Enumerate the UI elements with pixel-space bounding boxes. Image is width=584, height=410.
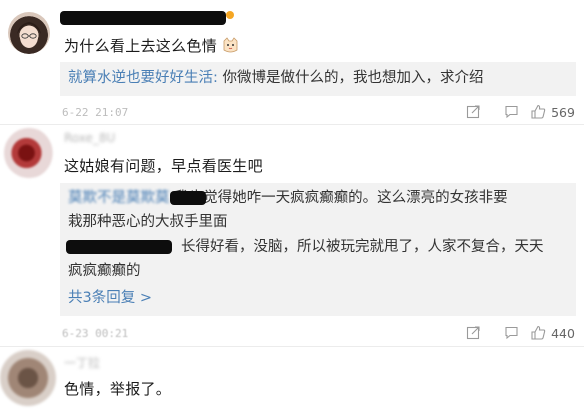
like-button[interactable]: 440 <box>530 323 575 345</box>
reply-line: 就算水逆也要好好生活: 你微博是做什么的，我也想加入，求介绍 <box>68 66 484 91</box>
reply-author-link[interactable]: 莫欺不是莫欺莫 <box>68 190 170 206</box>
reply-text: 你微博是做什么的，我也想加入，求介绍 <box>217 70 484 86</box>
user-avatar[interactable] <box>0 350 56 406</box>
timestamp: 6-22 21:07 <box>62 106 129 119</box>
cat-face-icon <box>222 37 239 58</box>
reply-author-redacted <box>66 240 172 254</box>
reply-text: 长得好看，没脑，所以被玩完就甩了，人家不复合，天天 <box>181 239 544 255</box>
reply-text-continued: 栽那种恶心的大叔手里面 <box>68 214 228 230</box>
user-avatar[interactable] <box>8 12 50 54</box>
like-count: 569 <box>551 105 575 120</box>
avatar-face-icon <box>17 22 41 48</box>
reply-line: 莫欺不是莫欺莫 我也觉得她咋一天疯疯癫癫的。这么漂亮的女孩非要 <box>68 186 508 211</box>
timestamp: 6-23 00:21 <box>62 327 129 340</box>
reply-text-continued: 疯疯癫癫的 <box>68 263 141 279</box>
view-more-replies-link[interactable]: 共3条回复 > <box>68 286 152 311</box>
share-icon[interactable] <box>466 104 481 123</box>
user-avatar[interactable] <box>4 128 54 178</box>
share-icon[interactable] <box>466 325 481 344</box>
reply-text: 我也觉得她咋一天疯疯癫癫的。这么漂亮的女孩非要 <box>169 190 508 206</box>
reply-author-link[interactable]: 就算水逆也要好好生活: <box>68 70 218 86</box>
reply-author-redacted <box>170 191 206 205</box>
reply-icon[interactable] <box>504 325 519 344</box>
thumbs-up-icon <box>530 104 546 124</box>
comment-text: 色情，举报了。 <box>64 380 172 398</box>
thumbs-up-icon <box>530 325 546 345</box>
reply-icon[interactable] <box>504 104 519 123</box>
reply-box[interactable]: 莫欺不是莫欺莫 我也觉得她咋一天疯疯癫癫的。这么漂亮的女孩非要 栽那种恶心的大叔… <box>60 183 576 316</box>
reply-box[interactable]: 就算水逆也要好好生活: 你微博是做什么的，我也想加入，求介绍 <box>60 62 576 96</box>
username[interactable]: Roxe_8U <box>64 131 115 145</box>
comment-text-content: 为什么看上去这么色情 <box>64 37 218 55</box>
like-button[interactable]: 569 <box>530 102 575 124</box>
username[interactable]: 一丁拉 <box>64 354 100 371</box>
username-redacted <box>60 11 226 25</box>
like-count: 440 <box>551 326 575 341</box>
verified-badge-icon <box>226 11 234 19</box>
comment-text: 为什么看上去这么色情 <box>64 35 239 58</box>
divider <box>0 124 584 125</box>
comment-text: 这姑娘有问题，早点看医生吧 <box>64 157 263 175</box>
divider <box>0 346 584 347</box>
